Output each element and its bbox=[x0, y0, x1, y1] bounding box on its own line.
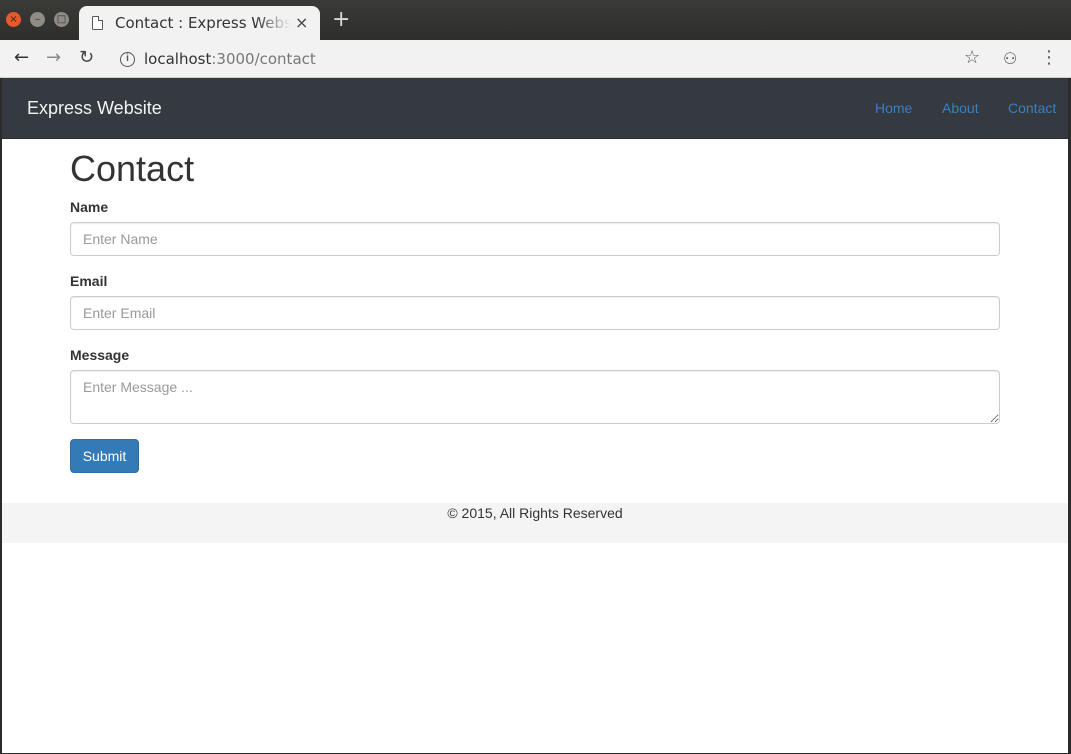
page-viewport: Express Website Home About Contact Conta… bbox=[2, 78, 1068, 753]
reload-icon[interactable]: ↻ bbox=[79, 48, 94, 68]
tab-close-icon[interactable]: × bbox=[295, 13, 308, 32]
navbar-brand[interactable]: Express Website bbox=[27, 98, 162, 119]
copyright-text: © 2015, All Rights Reserved bbox=[447, 505, 623, 521]
browser-menu-icon[interactable]: ⋮ bbox=[1040, 48, 1058, 68]
url-host: localhost bbox=[144, 50, 212, 68]
page-title: Contact bbox=[70, 148, 195, 189]
message-label: Message bbox=[70, 347, 130, 363]
back-arrow-icon[interactable]: ← bbox=[14, 48, 29, 68]
window-minimize-button[interactable]: – bbox=[30, 12, 45, 27]
submit-button[interactable]: Submit bbox=[70, 439, 139, 473]
site-footer: © 2015, All Rights Reserved bbox=[2, 503, 1068, 543]
window-maximize-button[interactable]: □ bbox=[54, 12, 69, 27]
browser-tab-contact[interactable]: Contact : Express Website × bbox=[79, 6, 320, 40]
tab-title: Contact : Express Website bbox=[115, 14, 291, 32]
nav-link-contact[interactable]: Contact bbox=[1008, 100, 1056, 116]
browser-title-bar: × – □ Contact : Express Website × + bbox=[0, 0, 1071, 40]
name-label: Name bbox=[70, 199, 109, 215]
new-tab-button[interactable]: + bbox=[332, 9, 350, 31]
message-textarea[interactable] bbox=[70, 370, 1000, 424]
nav-link-home[interactable]: Home bbox=[875, 100, 912, 116]
email-label: Email bbox=[70, 273, 108, 289]
site-info-icon[interactable]: i bbox=[120, 52, 135, 67]
site-navbar: Express Website Home About Contact bbox=[2, 78, 1068, 139]
window-close-button[interactable]: × bbox=[6, 12, 21, 27]
incognito-icon[interactable]: ⚇ bbox=[1003, 49, 1017, 69]
nav-link-about[interactable]: About bbox=[942, 100, 979, 116]
email-input[interactable] bbox=[70, 296, 1000, 330]
address-bar[interactable]: localhost:3000/contact bbox=[144, 50, 316, 68]
bookmark-star-icon[interactable]: ☆ bbox=[964, 48, 980, 68]
url-path: :3000/contact bbox=[211, 50, 316, 68]
name-input[interactable] bbox=[70, 222, 1000, 256]
forward-arrow-icon[interactable]: → bbox=[46, 48, 61, 68]
browser-toolbar: ← → ↻ i localhost:3000/contact ☆ ⚇ ⋮ bbox=[0, 40, 1071, 78]
page-icon bbox=[92, 15, 104, 30]
